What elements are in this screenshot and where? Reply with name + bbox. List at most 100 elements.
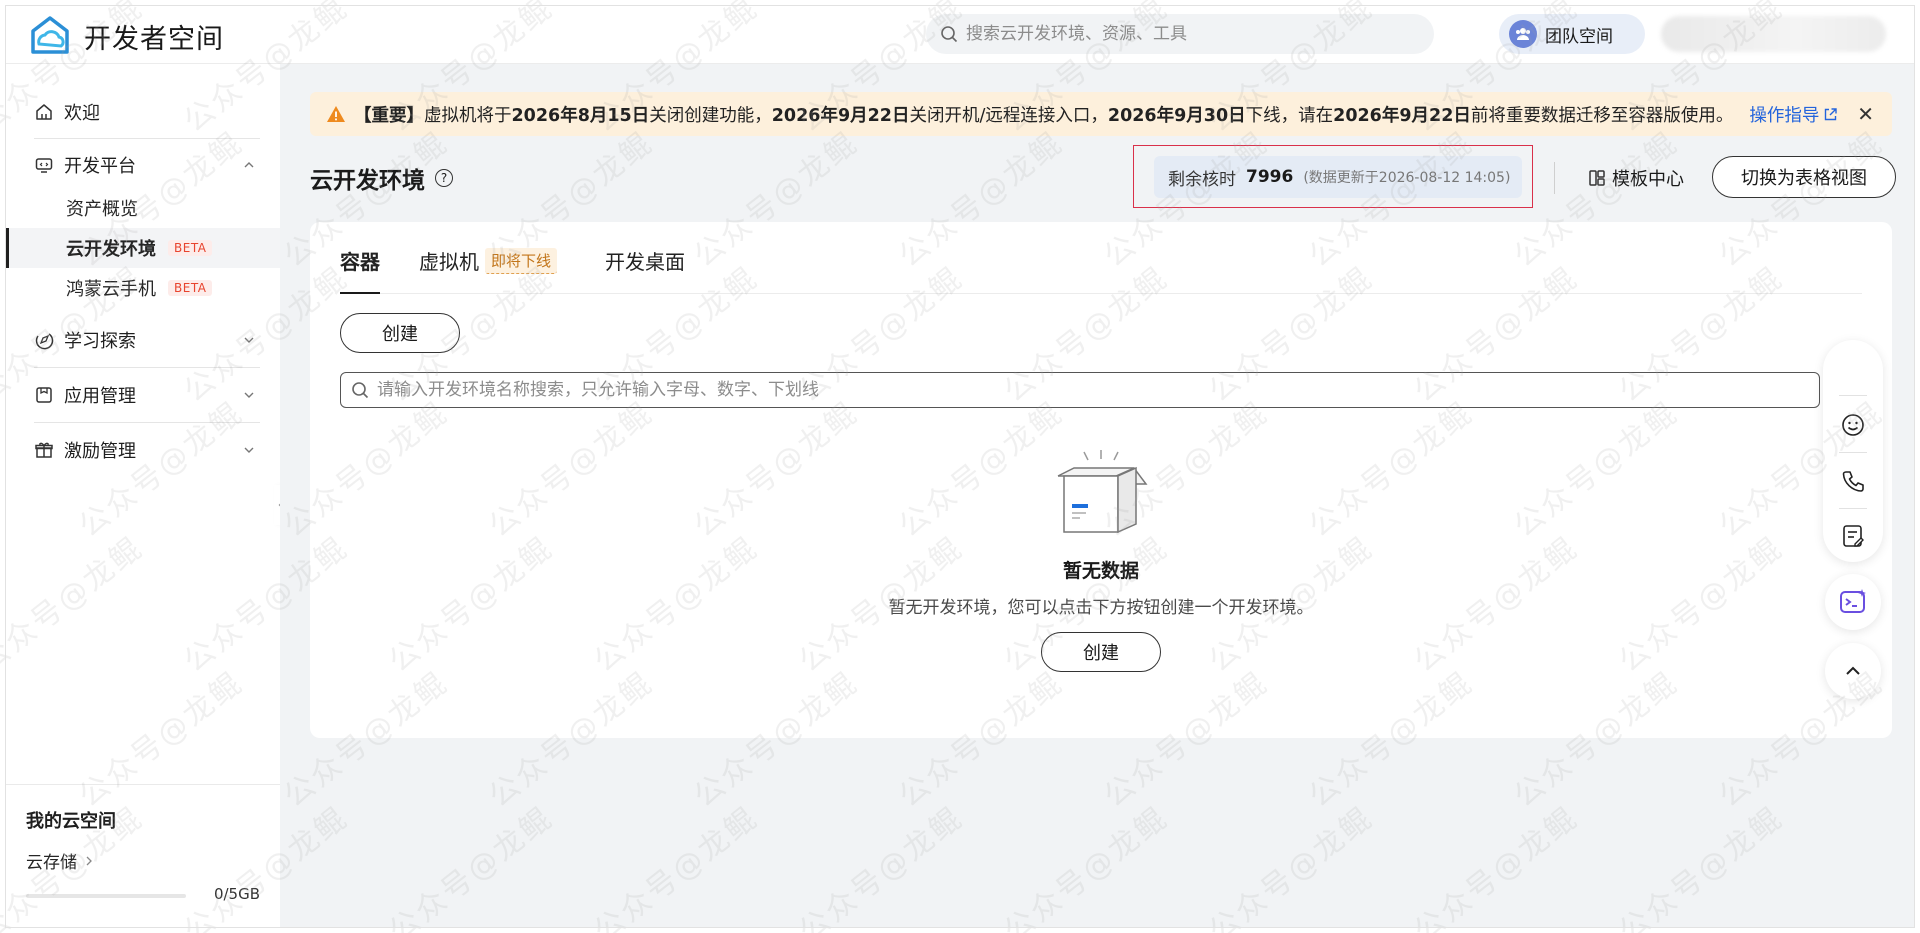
sidebar-item-cloud-env[interactable]: 云开发环境 BETA — [6, 228, 280, 268]
notice-part: 下线，请在 — [1245, 105, 1334, 126]
search-icon — [352, 382, 369, 399]
sidebar-item-incentive[interactable]: 激励管理 — [6, 427, 280, 473]
notice-part: 关闭开机/远程连接入口， — [909, 105, 1108, 126]
page-title-text: 云开发环境 — [310, 168, 425, 194]
cloud-house-logo-icon — [31, 16, 69, 54]
env-search-input[interactable] — [377, 380, 1797, 400]
my-cloud-space: 我的云空间 云存储 0/5GB — [6, 784, 280, 927]
chevron-right-icon — [86, 856, 92, 865]
chevron-down-icon — [244, 392, 254, 398]
switch-table-view-button[interactable]: 切换为表格视图 — [1712, 156, 1896, 198]
sidebar: 欢迎 开发平台 资产概览 云开发环境 BETA 鸿蒙云手机 BETA 学习探索 … — [6, 64, 280, 927]
sidebar-item-welcome[interactable]: 欢迎 — [6, 89, 280, 135]
phone-button[interactable] — [1823, 454, 1883, 508]
tab-vm-label: 虚拟机 — [419, 250, 479, 274]
quota-label: 剩余核时 — [1168, 169, 1236, 190]
empty-create-button[interactable]: 创建 — [1041, 632, 1161, 672]
empty-title: 暂无数据 — [1062, 560, 1139, 582]
tab-container-label: 容器 — [340, 250, 380, 274]
help-icon[interactable]: ? — [435, 169, 453, 187]
external-link-icon — [1825, 107, 1838, 120]
tab-desktop[interactable]: 开发桌面 — [605, 246, 685, 275]
team-space-button[interactable]: 团队空间 — [1499, 14, 1645, 54]
monitor-icon — [35, 158, 53, 173]
compass-icon — [35, 333, 54, 350]
smile-icon — [1842, 414, 1864, 436]
user-account[interactable] — [1661, 16, 1886, 52]
team-space-label: 团队空间 — [1545, 26, 1613, 47]
cloud-storage-link[interactable]: 云存储 — [26, 848, 95, 873]
operation-guide-link[interactable]: 操作指导 — [1749, 102, 1838, 127]
notice-part: 前将重要数据迁移至容器版使用。 — [1470, 105, 1734, 126]
beta-badge: BETA — [168, 280, 213, 296]
remaining-core-hours: 剩余核时 7996 (数据更新于2026-08-12 14:05) — [1154, 156, 1522, 198]
home-icon — [36, 104, 52, 120]
operation-guide-label: 操作指导 — [1749, 105, 1820, 126]
search-icon — [941, 26, 958, 43]
template-center-label: 模板中心 — [1612, 169, 1684, 190]
sidebar-item-asset-overview[interactable]: 资产概览 — [6, 188, 280, 228]
sidebar-label-app-mgmt: 应用管理 — [64, 386, 136, 407]
feedback-smile-button[interactable] — [1823, 398, 1883, 452]
sidebar-item-app-mgmt[interactable]: 应用管理 — [6, 372, 280, 418]
sidebar-item-hongmeng-phone[interactable]: 鸿蒙云手机 BETA — [6, 268, 280, 308]
warning-icon — [327, 106, 345, 122]
sidebar-item-dev-platform[interactable]: 开发平台 — [6, 142, 280, 188]
active-tab-indicator — [340, 292, 380, 294]
my-cloud-title: 我的云空间 — [26, 811, 116, 832]
phone-icon — [1842, 471, 1864, 492]
cloud-storage-label: 云存储 — [26, 853, 77, 873]
divider — [1554, 162, 1555, 194]
app-title: 开发者空间 — [84, 23, 224, 55]
back-to-top-button[interactable] — [1825, 643, 1881, 699]
sidebar-label-learn: 学习探索 — [64, 331, 136, 352]
chevron-down-icon — [244, 447, 254, 453]
global-search[interactable] — [926, 14, 1434, 54]
create-button[interactable]: 创建 — [340, 313, 460, 353]
env-search[interactable] — [340, 372, 1820, 408]
offline-soon-badge: 即将下线 — [485, 247, 558, 274]
tab-vm[interactable]: 虚拟机 即将下线 — [419, 246, 558, 275]
notice-part: 关闭创建功能， — [649, 105, 772, 126]
env-panel: 容器 虚拟机 即将下线 开发桌面 创建 请输入开发环境名称搜索，只允许输入字母、… — [310, 222, 1892, 738]
empty-description: 暂无开发环境，您可以点击下方按钮创建一个开发环境。 — [888, 598, 1314, 618]
sidebar-divider — [34, 422, 260, 423]
empty-box-icon — [1057, 450, 1148, 534]
sidebar-label-dev-platform: 开发平台 — [64, 156, 136, 177]
beta-badge: BETA — [168, 240, 213, 256]
ai-terminal-button[interactable] — [1825, 574, 1881, 630]
notice-date: 2026年9月22日 — [771, 105, 910, 126]
notice-date: 2026年8月15日 — [511, 105, 650, 126]
tab-container[interactable]: 容器 — [340, 246, 380, 275]
top-bar: 开发者空间 团队空间 — [6, 6, 1914, 64]
sidebar-item-learn[interactable]: 学习探索 — [6, 317, 280, 363]
close-icon[interactable]: ✕ — [1857, 104, 1874, 124]
sidebar-label-asset-overview: 资产概览 — [66, 199, 138, 220]
sidebar-label-hongmeng-phone: 鸿蒙云手机 — [66, 279, 156, 300]
app-box-icon — [36, 387, 52, 403]
logo[interactable]: 开发者空间 — [28, 14, 224, 58]
sidebar-label-cloud-env: 云开发环境 — [66, 239, 156, 260]
storage-usage: 0/5GB — [213, 885, 260, 903]
storage-progress-bar — [26, 894, 186, 898]
toolbar-divider — [1839, 395, 1867, 396]
quota-value: 7996 — [1246, 167, 1294, 187]
page-title: 云开发环境 ? — [310, 161, 453, 195]
sidebar-divider — [34, 138, 260, 139]
notice-part: 虚拟机将于 — [424, 105, 512, 126]
notice-banner: 【重要】虚拟机将于2026年8月15日关闭创建功能，2026年9月22日关闭开机… — [310, 92, 1892, 136]
template-center-button[interactable]: 模板中心 — [1588, 165, 1684, 191]
edit-note-icon — [1843, 525, 1864, 547]
quota-update-time: (数据更新于2026-08-12 14:05) — [1303, 170, 1511, 186]
chevron-up-icon — [1846, 666, 1860, 675]
sidebar-label-welcome: 欢迎 — [64, 103, 100, 124]
main-content: 【重要】虚拟机将于2026年8月15日关闭创建功能，2026年9月22日关闭开机… — [280, 64, 1914, 927]
floating-toolbar — [1823, 340, 1883, 562]
grid-layout-icon — [1589, 170, 1605, 186]
notes-button[interactable] — [1823, 509, 1883, 563]
tab-desktop-label: 开发桌面 — [605, 250, 685, 274]
notice-date: 2026年9月30日 — [1107, 105, 1246, 126]
sidebar-divider — [34, 367, 260, 368]
sidebar-label-incentive: 激励管理 — [64, 441, 136, 462]
global-search-input[interactable] — [966, 24, 1406, 44]
